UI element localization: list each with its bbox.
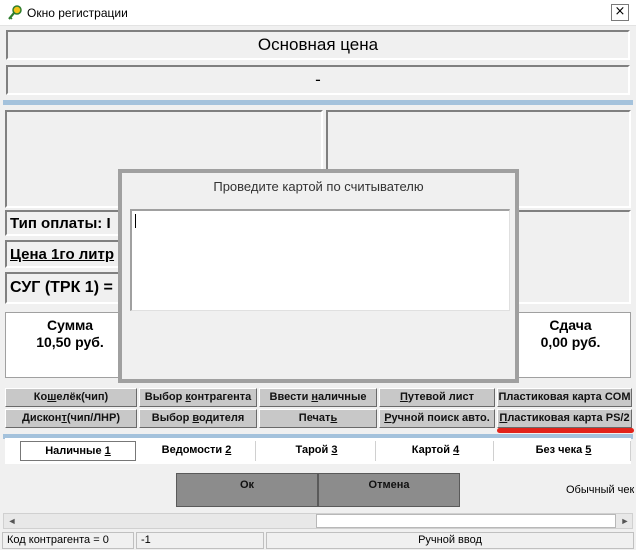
accelerator-key: Р bbox=[384, 412, 392, 424]
accelerator-key: ь bbox=[330, 412, 338, 424]
enter-cash-button[interactable]: Ввести наличные bbox=[259, 388, 377, 407]
text-caret bbox=[135, 214, 136, 228]
status-counterparty-code: Код контрагента = 0 bbox=[2, 532, 134, 549]
status-mode: Ручной ввод bbox=[266, 532, 634, 549]
window-title: Окно регистрации bbox=[27, 6, 128, 20]
select-driver-button[interactable]: Выбор водителя bbox=[139, 409, 257, 428]
waybill-button[interactable]: Путевой лист bbox=[379, 388, 495, 407]
plastic-card-ps2-button[interactable]: Пластиковая карта PS/2 bbox=[497, 409, 632, 428]
tab-hotkey: 2 bbox=[225, 444, 232, 456]
scrollbar-thumb[interactable] bbox=[316, 514, 616, 528]
dispenser-label: СУГ (ТРК 1) = bbox=[5, 272, 135, 304]
price-value-panel: - bbox=[6, 65, 630, 95]
payment-type-label: Тип оплаты: I bbox=[5, 210, 135, 236]
discount-chip-button[interactable]: Дисконт(чип/ЛНР) bbox=[5, 409, 137, 428]
manual-car-search-button[interactable]: Ручной поиск авто. bbox=[379, 409, 495, 428]
scroll-left-icon[interactable]: ◄ bbox=[5, 514, 19, 528]
button-text: Ввести bbox=[269, 391, 312, 403]
select-counterparty-button[interactable]: Выбор контрагента bbox=[139, 388, 257, 407]
button-text: Пластиковая карта COM bbox=[498, 391, 631, 403]
plastic-card-com-button[interactable]: Пластиковая карта COM bbox=[497, 388, 632, 407]
button-text: Ко bbox=[33, 391, 48, 403]
receipt-mode-label: Обычный чек bbox=[566, 484, 634, 496]
tab-statements[interactable]: Ведомости 2 bbox=[138, 441, 256, 461]
app-key-icon bbox=[8, 5, 22, 20]
liter-price-label: Цена 1го литр bbox=[5, 240, 135, 268]
close-icon[interactable]: × bbox=[611, 4, 629, 21]
price-title-panel: Основная цена bbox=[6, 30, 630, 60]
button-text: Выбор bbox=[144, 391, 186, 403]
print-button[interactable]: Печать bbox=[259, 409, 377, 428]
button-text: аличные bbox=[318, 391, 367, 403]
sum-label: Сумма bbox=[46, 317, 94, 333]
card-swipe-dialog: Проведите картой по считывателю bbox=[118, 169, 519, 383]
accelerator-key: П bbox=[399, 391, 408, 403]
button-text: учной поиск авто. bbox=[391, 412, 490, 424]
tab-container[interactable]: Тарой 3 bbox=[258, 441, 376, 461]
status-value: -1 bbox=[136, 532, 264, 549]
accelerator-key: ш bbox=[47, 391, 57, 403]
price-title: Основная цена bbox=[257, 35, 379, 54]
button-text: одителя bbox=[199, 412, 245, 424]
tab-card[interactable]: Картой 4 bbox=[378, 441, 494, 461]
scroll-right-icon[interactable]: ► bbox=[618, 514, 632, 528]
ok-button[interactable]: Ок bbox=[176, 473, 318, 507]
change-label: Сдача bbox=[549, 317, 592, 333]
button-text: ластиковая карта PS/2 bbox=[507, 412, 630, 424]
button-text: Дискон bbox=[21, 412, 62, 424]
wallet-chip-button[interactable]: Кошелёк(чип) bbox=[5, 388, 137, 407]
tab-label: Картой bbox=[411, 444, 454, 456]
tab-no-receipt[interactable]: Без чека 5 bbox=[497, 441, 631, 461]
tab-label: Тарой bbox=[295, 444, 332, 456]
button-text: елёк(чип) bbox=[56, 391, 109, 403]
tab-hotkey: 4 bbox=[453, 444, 460, 456]
right-lower-panel bbox=[510, 210, 631, 304]
change-panel: Сдача 0,00 руб. bbox=[510, 312, 631, 378]
card-input-field[interactable] bbox=[130, 209, 510, 311]
tab-cash[interactable]: Наличные 1 bbox=[20, 441, 136, 461]
button-text: Выбор bbox=[151, 412, 193, 424]
tab-hotkey: 1 bbox=[104, 445, 111, 457]
change-value: 0,00 руб. bbox=[540, 334, 601, 350]
button-text: (чип/ЛНР) bbox=[66, 412, 121, 424]
sum-value: 10,50 руб. bbox=[36, 334, 104, 350]
tab-label: Без чека bbox=[535, 444, 586, 456]
sum-panel: Сумма 10,50 руб. bbox=[5, 312, 135, 378]
tab-label: Ведомости bbox=[161, 444, 226, 456]
separator-top bbox=[3, 100, 633, 105]
price-value: - bbox=[315, 70, 321, 89]
button-text: утевой лист bbox=[407, 391, 475, 403]
tab-hotkey: 5 bbox=[585, 444, 592, 456]
dialog-prompt: Проведите картой по считывателю bbox=[213, 179, 424, 194]
tab-label: Наличные bbox=[45, 445, 105, 457]
tab-hotkey: 3 bbox=[331, 444, 338, 456]
button-text: онтрагента bbox=[190, 391, 252, 403]
cancel-button[interactable]: Отмена bbox=[318, 473, 460, 507]
button-text: Печат bbox=[298, 412, 331, 424]
annotation-underline bbox=[497, 428, 634, 433]
